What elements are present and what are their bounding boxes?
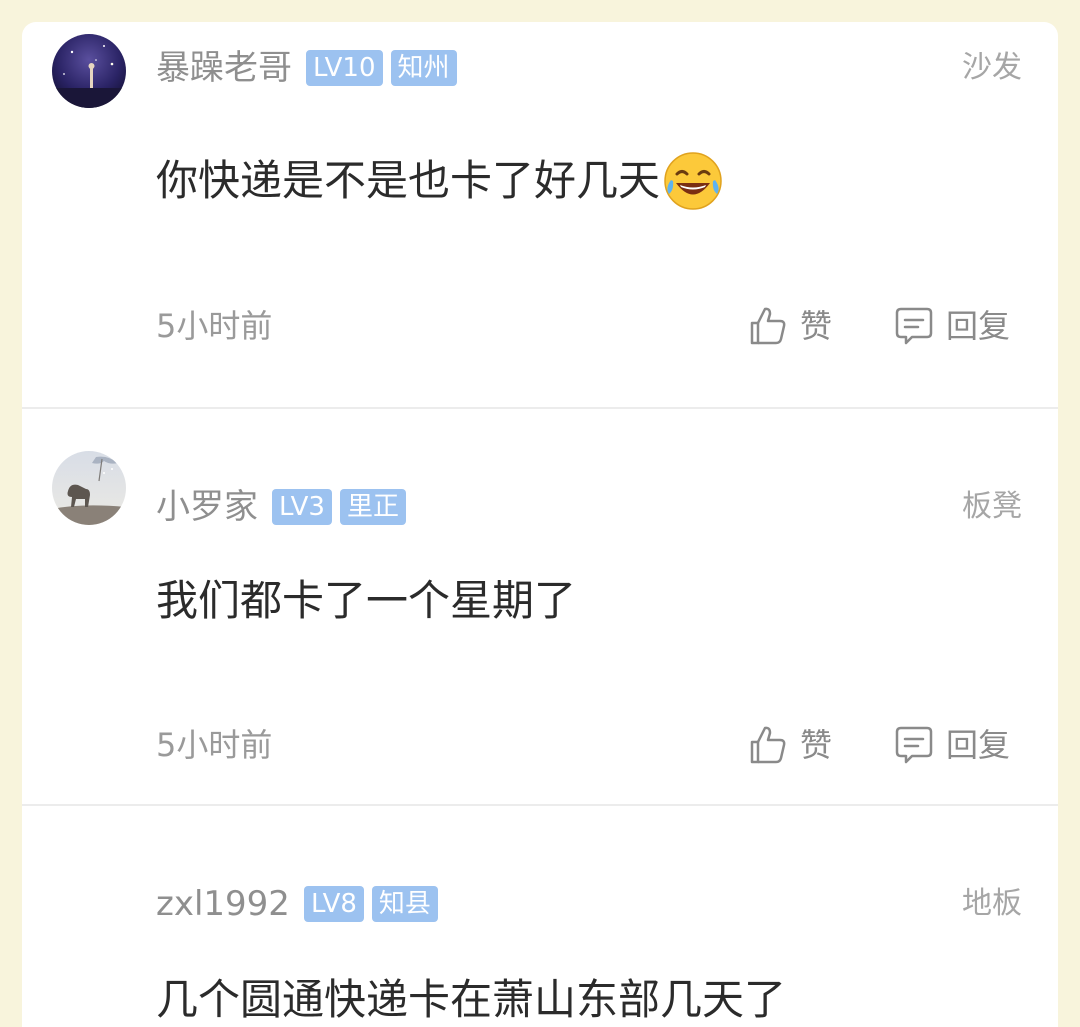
like-button[interactable]: 赞	[746, 723, 832, 767]
comment-text: 几个圆通快递卡在萧山东部几天了	[156, 972, 786, 1027]
comment-item: zxl1992 LV8 知县 地板 几个圆通快递卡在萧山东部几天了	[22, 806, 1058, 1027]
like-label: 赞	[800, 307, 833, 345]
reply-label: 回复	[946, 726, 1011, 764]
username[interactable]: 小罗家	[156, 487, 258, 527]
user-line: zxl1992 LV8 知县	[156, 884, 438, 924]
floor-label: 地板	[962, 886, 1022, 921]
timestamp: 5小时前	[156, 307, 273, 345]
avatar[interactable]	[52, 34, 126, 108]
reply-label: 回复	[946, 307, 1011, 345]
reply-button[interactable]: 回复	[892, 304, 1010, 348]
floor-label: 沙发	[962, 50, 1022, 85]
level-badge: LV10	[306, 50, 383, 86]
thumbs-up-icon	[746, 723, 790, 767]
level-badge: LV8	[303, 886, 364, 922]
user-line: 暴躁老哥 LV10 知州	[156, 48, 457, 88]
like-button[interactable]: 赞	[746, 304, 832, 348]
timestamp: 5小时前	[156, 726, 273, 764]
level-badge: LV3	[272, 489, 332, 525]
avatar[interactable]	[52, 451, 126, 525]
comment-text-body: 我们都卡了一个星期了	[156, 576, 577, 625]
floor-label: 板凳	[962, 489, 1022, 524]
username[interactable]: 暴躁老哥	[156, 48, 292, 88]
comment-text-body: 你快递是不是也卡了好几天	[156, 156, 661, 205]
user-line: 小罗家 LV3 里正	[156, 487, 406, 527]
comment-item: 小罗家 LV3 里正 板凳 我们都卡了一个星期了 5小时前 赞 回复	[22, 409, 1058, 805]
reply-button[interactable]: 回复	[892, 723, 1010, 767]
thumbs-up-icon	[746, 304, 790, 348]
comment-text: 我们都卡了一个星期了	[156, 573, 576, 629]
comment-text-body: 几个圆通快递卡在萧山东部几天了	[156, 975, 787, 1024]
comment-bubble-icon	[892, 723, 936, 767]
laughing-crying-emoji-icon	[662, 150, 724, 212]
comment-bubble-icon	[892, 304, 936, 348]
like-label: 赞	[800, 726, 833, 764]
title-badge: 里正	[339, 489, 406, 525]
title-badge: 知州	[390, 50, 457, 86]
title-badge: 知县	[371, 886, 438, 922]
comment-text: 你快递是不是也卡了好几天	[156, 150, 724, 212]
username[interactable]: zxl1992	[156, 884, 290, 924]
comment-item: 暴躁老哥 LV10 知州 沙发 你快递是不是也卡了好几天 5小时前 赞 回复	[22, 22, 1058, 408]
comment-list: 暴躁老哥 LV10 知州 沙发 你快递是不是也卡了好几天 5小时前 赞 回复 小…	[22, 22, 1058, 1027]
